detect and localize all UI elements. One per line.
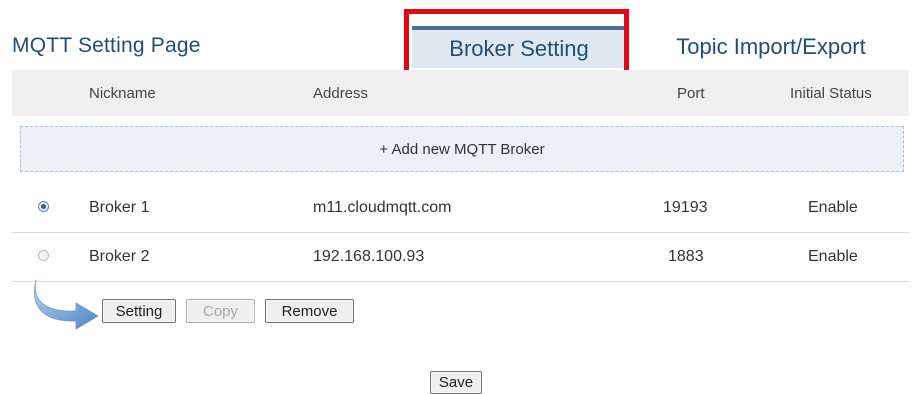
curved-arrow-icon [34,279,99,330]
column-header-initial-status: Initial Status [790,85,872,102]
save-button[interactable]: Save [430,371,482,394]
broker-address: 192.168.100.93 [313,248,425,265]
broker-address: m11.cloudmqtt.com [313,199,452,216]
broker-nickname: Broker 1 [89,199,150,216]
column-header-address: Address [313,85,369,102]
broker-2-radio[interactable] [38,250,49,261]
setting-button[interactable]: Setting [102,299,176,323]
broker-port: 1883 [668,248,704,265]
table-row[interactable]: Broker 2 192.168.100.93 1883 Enable [12,233,909,282]
broker-port: 19193 [663,199,708,216]
page-title: MQTT Setting Page [12,34,201,57]
broker-status: Enable [808,199,858,216]
broker-1-radio[interactable] [38,201,49,212]
column-header-nickname: Nickname [89,85,156,102]
copy-button[interactable]: Copy [186,299,255,323]
broker-status: Enable [808,248,858,265]
table-row[interactable]: Broker 1 m11.cloudmqtt.com 19193 Enable [12,184,909,233]
table-header: Nickname Address Port Initial Status [12,70,909,116]
tab-broker-setting[interactable]: Broker Setting [412,26,626,68]
remove-button[interactable]: Remove [265,299,354,323]
broker-nickname: Broker 2 [89,248,150,265]
add-broker-button[interactable]: + Add new MQTT Broker [20,126,904,172]
tab-topic-import-export[interactable]: Topic Import/Export [646,26,896,68]
column-header-port: Port [677,85,705,102]
